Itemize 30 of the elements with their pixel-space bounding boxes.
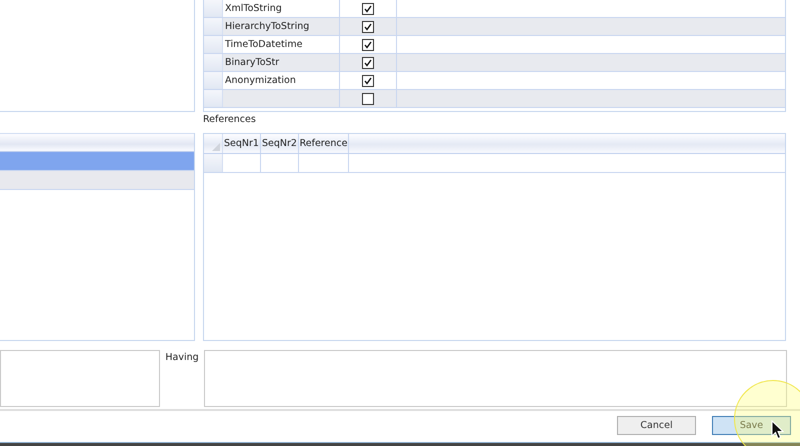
cancel-button[interactable]: Cancel: [617, 416, 696, 435]
list-row[interactable]: [0, 171, 194, 190]
checkbox[interactable]: [362, 2, 374, 14]
row-header[interactable]: [204, 0, 223, 17]
row-header[interactable]: [204, 54, 223, 71]
checkbox[interactable]: [362, 20, 374, 32]
row-header[interactable]: [204, 36, 223, 53]
row-header[interactable]: [204, 18, 223, 35]
checkbox[interactable]: [362, 92, 374, 104]
column-header[interactable]: SeqNr1: [223, 134, 261, 153]
table-cell: Anonymization: [223, 72, 340, 89]
input-field[interactable]: [0, 350, 160, 407]
column-header[interactable]: Reference: [299, 134, 349, 153]
checkbox[interactable]: [362, 38, 374, 50]
row-header[interactable]: [204, 90, 223, 107]
field-label: Having: [165, 352, 199, 365]
row-header[interactable]: [204, 154, 223, 172]
list-row[interactable]: [0, 152, 194, 171]
checkbox[interactable]: [362, 56, 374, 68]
cursor-icon: [771, 420, 784, 440]
row-header[interactable]: [204, 72, 223, 89]
corner-icon: [212, 143, 220, 151]
checkbox[interactable]: [362, 74, 374, 86]
table-cell: XmlToString: [223, 0, 340, 17]
having-field[interactable]: [204, 350, 787, 407]
section-label: References: [203, 114, 256, 125]
table-cell: TimeToDatetime: [223, 36, 340, 53]
column-header[interactable]: SeqNr2: [261, 134, 299, 153]
table-cell: BinaryToStr: [223, 54, 340, 71]
table-cell: HierarchyToString: [223, 18, 340, 35]
